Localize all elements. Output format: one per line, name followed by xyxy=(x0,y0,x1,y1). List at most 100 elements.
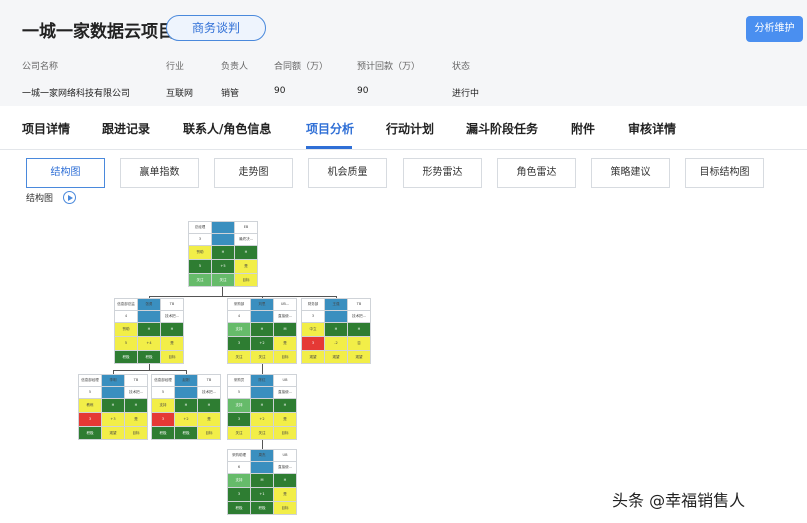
node-cell: H xyxy=(251,323,274,337)
node-cell: 5 xyxy=(115,337,138,351)
org-node-it-director[interactable]: 信息部总监 张勇 TB 4 技术把... 赞助 H H 5 +4 是 积极 积极 目标 xyxy=(114,298,184,364)
tab-attachments[interactable]: 附件 xyxy=(571,120,595,137)
node-cell: 技术把... xyxy=(125,387,147,399)
subtab-situation-radar[interactable]: 形势雷达 xyxy=(403,158,482,188)
node-cell: 李明 xyxy=(102,375,125,387)
node-cell: 目标 xyxy=(274,427,296,439)
node-cell: 赞助 xyxy=(189,246,212,260)
node-cell xyxy=(175,387,198,399)
org-node-procurement-staff[interactable]: 采购员 陈红 UB 5 直接使... 支持 H H 3 +2 是 关注 关注 目标 xyxy=(227,374,297,440)
stage-badge-button[interactable]: 商务谈判 xyxy=(166,15,266,41)
tab-action-plan[interactable]: 行动计划 xyxy=(386,120,434,137)
project-header: 一城一家数据云项目 商务谈判 分析维护 公司名称 行业 负责人 合同额（万） 预… xyxy=(0,0,807,106)
node-cell: 3 xyxy=(228,337,251,351)
node-cell: H xyxy=(125,399,147,413)
node-cell: 否 xyxy=(348,337,370,351)
node-cell: 5 xyxy=(228,387,251,399)
subtab-target-structure[interactable]: 目标结构图 xyxy=(685,158,764,188)
subtab-structure[interactable]: 结构图 xyxy=(26,158,105,188)
node-cell: 信息部经理 xyxy=(152,375,175,387)
subtab-trend[interactable]: 走势图 xyxy=(214,158,293,188)
node-cell: H xyxy=(251,399,274,413)
node-cell: 目标 xyxy=(161,351,183,363)
org-node-it-manager-b[interactable]: 信息部经理 赵刚 TB 5 技术把... 支持 H H 3 +2 是 积极 积极 目标 xyxy=(151,374,221,440)
node-cell: 目标 xyxy=(235,274,257,286)
org-node-root[interactable]: 总经理 EB 3 最终决... 赞助 H H 5 +5 是 关注 关注 目标 xyxy=(188,221,258,287)
org-node-procurement-assistant[interactable]: 采购助理 周杰 UB 6 直接使... 支持 M H 3 +1 是 积极 积极 目标 xyxy=(227,449,297,515)
node-cell xyxy=(251,462,274,474)
node-cell: 关注 xyxy=(228,351,251,363)
info-label-contract: 合同额（万） xyxy=(274,62,329,72)
node-cell: M xyxy=(274,323,296,337)
node-cell: 3 xyxy=(302,337,325,351)
play-icon[interactable] xyxy=(63,191,76,204)
node-cell xyxy=(212,234,235,246)
node-cell: 支持 xyxy=(228,323,251,337)
subtab-win-index[interactable]: 赢单指数 xyxy=(120,158,199,188)
node-cell: 3 xyxy=(302,311,325,323)
tree-connector xyxy=(222,286,223,296)
node-cell: 信息部经理 xyxy=(79,375,102,387)
node-cell xyxy=(251,387,274,399)
node-cell: 教练 xyxy=(79,399,102,413)
node-cell: 4 xyxy=(228,311,251,323)
node-cell: 3 xyxy=(152,413,175,427)
main-tabs: 项目详情 跟进记录 联系人/角色信息 项目分析 行动计划 漏斗阶段任务 附件 审… xyxy=(0,106,807,150)
node-cell: 支持 xyxy=(228,399,251,413)
node-cell: 周杰 xyxy=(251,450,274,462)
node-cell: 直接使... xyxy=(274,311,296,323)
node-cell: UB... xyxy=(274,299,296,311)
node-cell: TB xyxy=(198,375,220,387)
node-cell: 积极 xyxy=(138,351,161,363)
node-cell: 是 xyxy=(274,337,296,351)
tab-funnel-tasks[interactable]: 漏斗阶段任务 xyxy=(466,120,538,137)
node-cell: EB xyxy=(235,222,257,234)
node-cell: 积极 xyxy=(152,427,175,439)
node-cell: 观望 xyxy=(102,427,125,439)
node-cell: 5 xyxy=(189,260,212,274)
subtab-opportunity-quality[interactable]: 机会质量 xyxy=(308,158,387,188)
node-cell: 观望 xyxy=(325,351,348,363)
node-cell: +2 xyxy=(175,413,198,427)
subtab-role-radar[interactable]: 角色雷达 xyxy=(497,158,576,188)
info-label-owner: 负责人 xyxy=(221,62,249,72)
node-cell: UB xyxy=(274,450,296,462)
node-cell: 3 xyxy=(228,413,251,427)
node-cell: 4 xyxy=(115,311,138,323)
org-node-it-manager-a[interactable]: 信息部经理 李明 TB 5 技术把... 教练 H H 3 +3 是 积极 观望 目标 xyxy=(78,374,148,440)
node-cell: 信息部总监 xyxy=(115,299,138,311)
node-cell: TB xyxy=(125,375,147,387)
node-cell: 是 xyxy=(274,413,296,427)
node-cell: 观望 xyxy=(348,351,370,363)
node-cell: +3 xyxy=(102,413,125,427)
org-node-procurement[interactable]: 采购部 刘思 UB... 4 直接使... 支持 H M 3 +2 是 关注 关注 目标 xyxy=(227,298,297,364)
project-title: 一城一家数据云项目 xyxy=(22,22,175,42)
node-cell: 目标 xyxy=(198,427,220,439)
subtab-strategy[interactable]: 策略建议 xyxy=(591,158,670,188)
org-node-finance[interactable]: 财务部 王强 TB 3 技术把... 中立 H H 3 -2 否 观望 观望 观望 xyxy=(301,298,371,364)
info-value-expected-payment: 90 xyxy=(357,86,369,96)
node-cell: TB xyxy=(161,299,183,311)
tab-project-analysis[interactable]: 项目分析 xyxy=(306,120,354,137)
node-cell: H xyxy=(274,399,296,413)
node-cell: H xyxy=(102,399,125,413)
tab-contacts-roles[interactable]: 联系人/角色信息 xyxy=(183,120,271,137)
tab-follow-up[interactable]: 跟进记录 xyxy=(102,120,150,137)
node-cell: +2 xyxy=(251,337,274,351)
node-cell: 陈红 xyxy=(251,375,274,387)
node-cell: 支持 xyxy=(152,399,175,413)
tab-project-detail[interactable]: 项目详情 xyxy=(22,120,70,137)
node-cell: 3 xyxy=(228,488,251,502)
node-cell: 最终决... xyxy=(235,234,257,246)
node-cell: -2 xyxy=(325,337,348,351)
analyze-maintain-button[interactable]: 分析维护 xyxy=(746,16,803,42)
node-cell: 直接使... xyxy=(274,462,296,474)
info-label-expected-payment: 预计回款（万） xyxy=(357,62,421,72)
info-label-status: 状态 xyxy=(452,62,471,72)
node-cell xyxy=(138,311,161,323)
tab-review-detail[interactable]: 审核详情 xyxy=(628,120,676,137)
node-cell: 采购助理 xyxy=(228,450,251,462)
node-cell: 总经理 xyxy=(189,222,212,234)
node-cell: 积极 xyxy=(175,427,198,439)
node-cell: 技术把... xyxy=(198,387,220,399)
